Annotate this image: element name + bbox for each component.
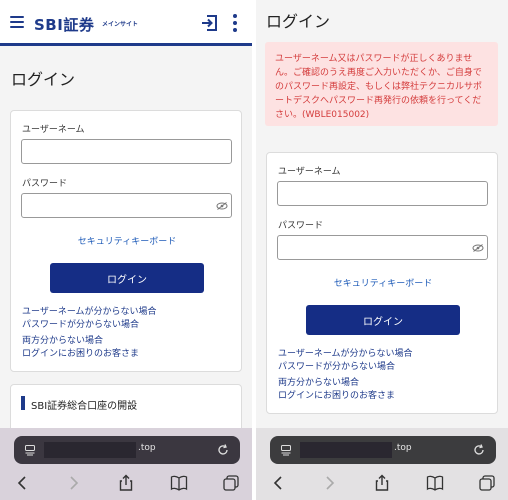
password-input[interactable] xyxy=(277,235,488,260)
url-text: .top xyxy=(138,443,156,453)
username-input[interactable] xyxy=(21,139,232,164)
section-accent-bar xyxy=(21,396,25,410)
username-label: ユーザーネーム xyxy=(278,167,341,177)
back-icon[interactable] xyxy=(14,474,32,492)
password-label: パスワード xyxy=(278,221,324,231)
back-icon[interactable] xyxy=(270,474,288,492)
tab-switcher-icon[interactable] xyxy=(478,474,496,492)
forward-icon[interactable] xyxy=(64,474,82,492)
address-bar[interactable]: .top xyxy=(270,436,496,464)
password-input[interactable] xyxy=(21,193,232,218)
security-keyboard-link[interactable]: セキュリティキーボード xyxy=(267,276,499,289)
reload-icon[interactable] xyxy=(216,443,230,457)
login-help-link[interactable]: ログインにお困りのお客さま xyxy=(278,388,395,401)
browser-nav-row xyxy=(0,472,252,496)
eye-off-icon[interactable] xyxy=(472,244,484,252)
site-header: SBI証券 メインサイト xyxy=(0,0,252,46)
login-card: ユーザーネーム パスワード セキュリティキーボード ログイン ユーザーネームが分… xyxy=(10,110,242,372)
tab-switcher-icon[interactable] xyxy=(222,474,240,492)
bookmarks-icon[interactable] xyxy=(426,474,444,492)
password-label: パスワード xyxy=(22,179,68,189)
left-screenshot: SBI証券 メインサイト ログイン ユーザーネーム パスワード セキュリティキー… xyxy=(0,0,252,500)
more-vertical-icon[interactable] xyxy=(232,14,238,34)
login-button[interactable]: ログイン xyxy=(50,263,204,293)
site-logo[interactable]: SBI証券 xyxy=(34,14,94,35)
login-help-link[interactable]: ログインにお困りのお客さま xyxy=(22,346,139,359)
forgot-password-link[interactable]: パスワードが分からない場合 xyxy=(22,317,139,330)
tabs-icon[interactable] xyxy=(24,444,36,456)
url-text: .top xyxy=(394,443,412,453)
login-door-icon[interactable] xyxy=(200,13,220,33)
browser-nav-row xyxy=(256,472,508,496)
forward-icon[interactable] xyxy=(320,474,338,492)
security-keyboard-link[interactable]: セキュリティキーボード xyxy=(11,234,243,247)
right-screenshot: ログイン ユーザーネーム又はパスワードが正しくありません。ご確認のうえ再度ご入力… xyxy=(256,0,508,500)
share-icon[interactable] xyxy=(117,474,135,492)
login-button[interactable]: ログイン xyxy=(306,305,460,335)
browser-toolbar: .top xyxy=(256,428,508,500)
eye-off-icon[interactable] xyxy=(216,202,228,210)
forgot-username-link[interactable]: ユーザーネームが分からない場合 xyxy=(22,304,157,317)
page-title: ログイン xyxy=(266,12,331,31)
account-open-title[interactable]: SBI証券総合口座の開設 xyxy=(31,397,137,412)
hamburger-icon[interactable] xyxy=(10,16,24,28)
login-card: ユーザーネーム パスワード セキュリティキーボード ログイン ユーザーネームが分… xyxy=(266,152,498,414)
reload-icon[interactable] xyxy=(472,443,486,457)
site-logo-subtitle: メインサイト xyxy=(102,21,139,28)
username-label: ユーザーネーム xyxy=(22,125,85,135)
forgot-username-link[interactable]: ユーザーネームが分からない場合 xyxy=(278,346,413,359)
page-title: ログイン xyxy=(11,70,76,89)
forgot-both-link[interactable]: 両方分からない場合 xyxy=(22,333,103,346)
username-input[interactable] xyxy=(277,181,488,206)
url-redaction xyxy=(300,442,392,458)
share-icon[interactable] xyxy=(373,474,391,492)
tabs-icon[interactable] xyxy=(280,444,292,456)
address-bar[interactable]: .top xyxy=(14,436,240,464)
forgot-password-link[interactable]: パスワードが分からない場合 xyxy=(278,359,395,372)
bookmarks-icon[interactable] xyxy=(170,474,188,492)
forgot-both-link[interactable]: 両方分からない場合 xyxy=(278,375,359,388)
browser-toolbar: .top xyxy=(0,428,252,500)
url-redaction xyxy=(44,442,136,458)
error-message: ユーザーネーム又はパスワードが正しくありません。ご確認のうえ再度ご入力いただくか… xyxy=(265,42,498,126)
